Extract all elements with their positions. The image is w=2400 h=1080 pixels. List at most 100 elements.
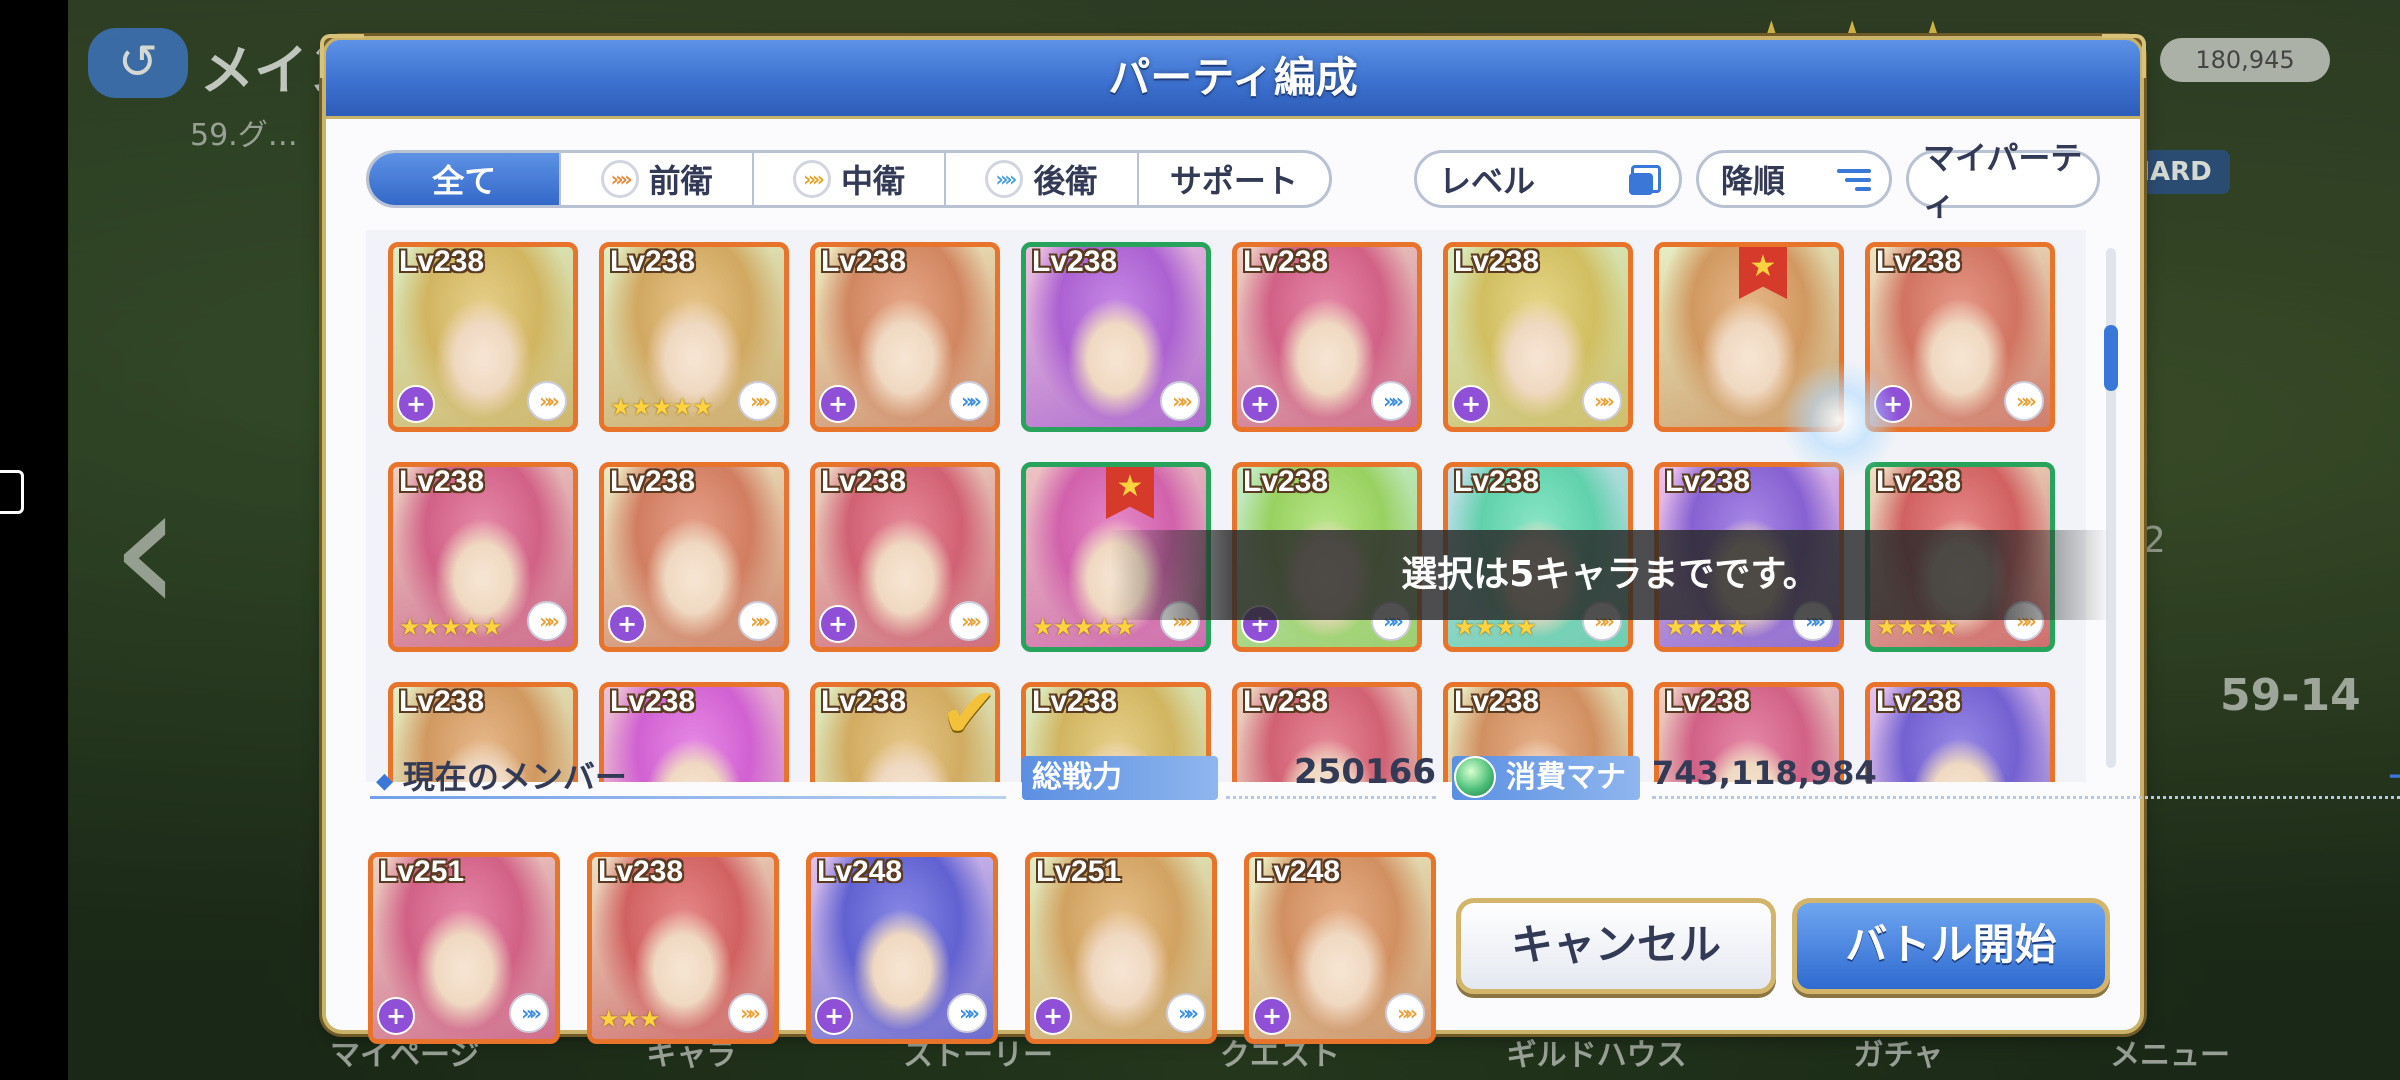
sort-button[interactable]: レベル bbox=[1414, 150, 1682, 208]
character-level: Lv251 bbox=[1036, 855, 1122, 888]
character-card[interactable]: Lv238 + »» bbox=[599, 462, 789, 652]
character-level: Lv238 bbox=[1032, 245, 1118, 278]
role-badge-icon: »» bbox=[728, 993, 768, 1033]
plus-badge-icon: + bbox=[1034, 997, 1072, 1035]
corner-ornament bbox=[320, 34, 364, 78]
plus-badge-icon: + bbox=[1452, 385, 1490, 423]
character-level: Lv238 bbox=[610, 245, 696, 278]
tab-middle[interactable]: »» 中衛 bbox=[754, 153, 947, 205]
mana-extra: － bbox=[2386, 752, 2400, 798]
back-button: ↺ bbox=[88, 28, 188, 98]
star-rating-icon: ★★★ bbox=[598, 1005, 661, 1033]
side-handle-icon[interactable] bbox=[0, 470, 24, 514]
character-card[interactable]: Lv238 ★★★★★ »» bbox=[599, 242, 789, 432]
character-level: Lv248 bbox=[1255, 855, 1341, 888]
character-level: Lv238 bbox=[598, 855, 684, 888]
character-card[interactable]: Lv238 + »» bbox=[810, 242, 1000, 432]
role-filter-tabs: 全て »» 前衛 »» 中衛 »» 後衛 サポート bbox=[366, 150, 1332, 208]
character-level: Lv238 bbox=[399, 245, 485, 278]
plus-badge-icon: + bbox=[819, 385, 857, 423]
character-level: Lv238 bbox=[610, 685, 696, 718]
role-badge-icon: »» bbox=[1385, 993, 1425, 1033]
character-card[interactable]: Lv238 + »» bbox=[810, 462, 1000, 652]
plus-badge-icon: + bbox=[1253, 997, 1291, 1035]
mana-cost-value: 743,118,984 bbox=[1652, 754, 1877, 792]
order-label: 降順 bbox=[1721, 162, 1786, 200]
character-level: Lv238 bbox=[1243, 685, 1329, 718]
character-card[interactable]: Lv238 + »» bbox=[1232, 242, 1422, 432]
member-card[interactable]: Lv251 + »» bbox=[1025, 852, 1217, 1044]
total-power-label: 総戦力 bbox=[1022, 756, 1218, 800]
dialog-title: パーティ編成 bbox=[1108, 53, 1358, 102]
plus-badge-icon: + bbox=[377, 997, 415, 1035]
order-button[interactable]: 降順 bbox=[1696, 150, 1892, 208]
power-divider bbox=[1226, 796, 1436, 799]
character-grid[interactable]: Lv238 +»» Lv238 ★★★★★»» Lv238 +»» Lv238»» Lv238… bbox=[366, 230, 2086, 782]
character-level: Lv251 bbox=[379, 855, 465, 888]
members-underline bbox=[370, 796, 1006, 799]
tab-label: 前衛 bbox=[648, 162, 713, 200]
role-badge-icon: »» bbox=[2004, 381, 2044, 421]
character-level: Lv238 bbox=[399, 685, 485, 718]
plus-badge-icon: + bbox=[608, 605, 646, 643]
tab-front[interactable]: »» 前衛 bbox=[561, 153, 754, 205]
character-level: Lv238 bbox=[1876, 245, 1962, 278]
character-card[interactable]: Lv238 bbox=[1865, 682, 2055, 782]
role-badge-icon: »» bbox=[527, 381, 567, 421]
character-level: Lv238 bbox=[821, 465, 907, 498]
nav-item: ギルドハウス bbox=[1506, 1038, 1687, 1073]
role-badge-icon: »» bbox=[949, 601, 989, 641]
member-card[interactable]: Lv251 + »» bbox=[368, 852, 560, 1044]
start-battle-button[interactable]: バトル開始 bbox=[1792, 898, 2110, 994]
front-role-icon: »» bbox=[600, 160, 639, 198]
character-level: Lv238 bbox=[1243, 245, 1329, 278]
current-members-label: ◆ 現在のメンバー bbox=[376, 752, 627, 798]
plus-badge-icon: + bbox=[819, 605, 857, 643]
sparkle-effect bbox=[1780, 360, 1900, 480]
character-level: Lv238 bbox=[821, 685, 907, 718]
character-level: Lv238 bbox=[1876, 465, 1962, 498]
my-party-label: マイパーティ bbox=[1923, 139, 2083, 223]
back-role-icon: »» bbox=[985, 160, 1024, 198]
dialog-header: パーティ編成 bbox=[326, 40, 2140, 119]
current-members-text: 現在のメンバー bbox=[402, 758, 627, 796]
role-badge-icon: »» bbox=[1160, 381, 1200, 421]
character-level: Lv248 bbox=[817, 855, 903, 888]
character-card[interactable]: Lv238 + »» bbox=[388, 242, 578, 432]
character-level: Lv238 bbox=[1454, 465, 1540, 498]
middle-role-icon: »» bbox=[793, 160, 831, 198]
roster-scroll-thumb[interactable] bbox=[2104, 325, 2118, 391]
member-card[interactable]: Lv238 ★★★ »» bbox=[587, 852, 779, 1044]
character-card[interactable]: Lv238 ★★★★★ »» bbox=[388, 462, 578, 652]
character-level: Lv238 bbox=[1454, 245, 1540, 278]
character-level: Lv238 bbox=[610, 465, 696, 498]
mana-orb-icon bbox=[1454, 756, 1496, 798]
tab-support[interactable]: サポート bbox=[1139, 153, 1329, 205]
selected-check-icon: ✔ bbox=[940, 672, 999, 754]
character-level: Lv238 bbox=[1665, 685, 1751, 718]
role-badge-icon: »» bbox=[1166, 993, 1206, 1033]
character-level: Lv238 bbox=[821, 245, 907, 278]
character-card[interactable]: Lv238 »» bbox=[1021, 242, 1211, 432]
mana-divider bbox=[1652, 796, 2400, 799]
sort-order-icon bbox=[1835, 165, 1871, 195]
currency-display: 180,945 bbox=[2160, 38, 2330, 82]
cancel-button[interactable]: キャンセル bbox=[1456, 898, 1776, 994]
member-card[interactable]: Lv248 + »» bbox=[806, 852, 998, 1044]
my-party-button[interactable]: マイパーティ bbox=[1906, 139, 2100, 223]
total-power-value: 250166 bbox=[1294, 752, 1436, 792]
party-formation-dialog: パーティ編成 全て »» 前衛 »» 中衛 »» 後衛 サポート レベル 降順 マイパ… bbox=[320, 34, 2400, 1044]
background-subtitle: 59.グ… bbox=[190, 118, 298, 153]
nav-item: ガチャ bbox=[1853, 1038, 1944, 1073]
plus-badge-icon: + bbox=[815, 997, 853, 1035]
nav-item: メニュー bbox=[2109, 1038, 2230, 1073]
member-card[interactable]: Lv248 + »» bbox=[1244, 852, 1436, 1044]
character-level: Lv238 bbox=[399, 465, 485, 498]
tab-all[interactable]: 全て bbox=[369, 153, 562, 205]
role-badge-icon: »» bbox=[509, 993, 549, 1033]
character-card[interactable]: Lv238 + »» bbox=[1443, 242, 1633, 432]
star-rating-icon: ★★★★★ bbox=[610, 393, 714, 421]
character-card[interactable]: Lv238 bbox=[599, 682, 789, 782]
tab-back[interactable]: »» 後衛 bbox=[946, 153, 1139, 205]
character-level: Lv238 bbox=[1876, 685, 1962, 718]
